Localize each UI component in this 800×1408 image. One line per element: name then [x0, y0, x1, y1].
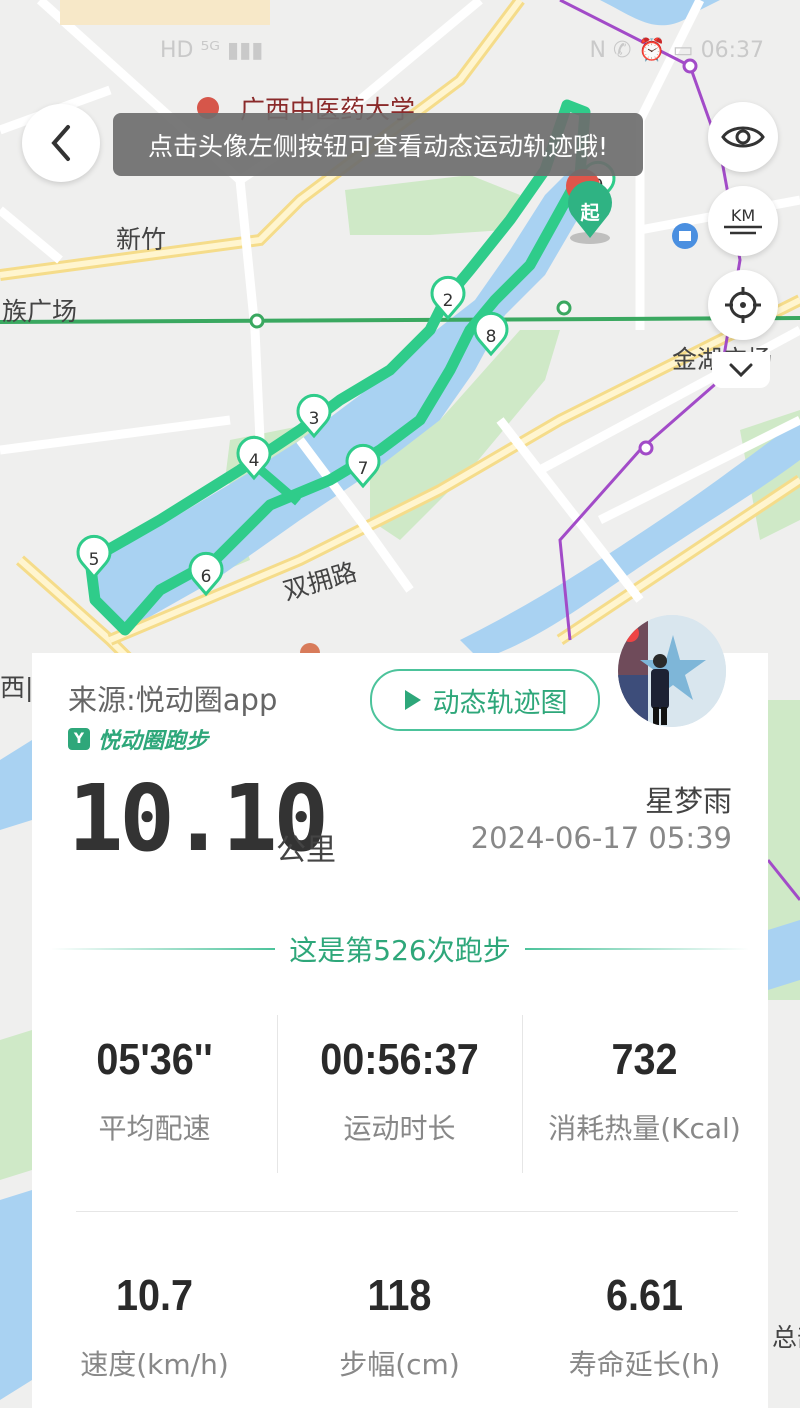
hint-toast: 点击头像左侧按钮可查看动态运动轨迹哦!	[113, 113, 643, 176]
start-marker[interactable]: 起	[568, 180, 612, 244]
map-label-xinzhu: 新竹	[116, 225, 167, 254]
username: 星梦雨	[644, 784, 732, 818]
svg-text:KM: KM	[731, 206, 755, 225]
stat-label: 速度(km/h)	[80, 1348, 229, 1381]
chevron-left-icon	[51, 125, 70, 161]
svg-text:5: 5	[89, 550, 100, 570]
row-divider	[76, 1211, 738, 1212]
svg-text:8: 8	[486, 327, 497, 347]
stat-duration: 00:56:37 运动时长	[277, 1035, 522, 1147]
eye-icon	[721, 126, 765, 148]
stat-avg-pace: 05'36'' 平均配速	[32, 1035, 277, 1147]
stat-speed: 10.7 速度(km/h)	[32, 1271, 277, 1383]
stat-value: 10.7	[115, 1271, 194, 1320]
stat-label: 寿命延长(h)	[568, 1348, 721, 1381]
km-icon: KM	[724, 206, 762, 235]
stat-calories: 732 消耗热量(Kcal)	[522, 1035, 767, 1147]
brand-mark-icon: Y	[68, 728, 90, 750]
chevron-down-icon	[729, 363, 753, 378]
stat-label: 平均配速	[98, 1112, 211, 1145]
stat-stride: 118 步幅(cm)	[277, 1271, 522, 1383]
run-datetime: 2024-06-17 05:39	[470, 821, 732, 855]
collapse-controls-button[interactable]	[712, 352, 770, 388]
divider-line	[51, 948, 276, 950]
stat-label: 消耗热量(Kcal)	[548, 1112, 741, 1145]
distance-unit: 公里	[276, 833, 336, 868]
visibility-button[interactable]	[708, 102, 778, 172]
stat-value: 00:56:37	[320, 1035, 479, 1084]
stat-label: 运动时长	[343, 1112, 456, 1145]
play-icon	[404, 690, 421, 710]
run-count-banner: 这是第526次跑步	[32, 929, 768, 969]
map-label-square: 族广场	[2, 297, 78, 326]
stat-life-extension: 6.61 寿命延长(h)	[522, 1271, 767, 1383]
status-bar-left: HD ⁵ᴳ ▮▮▮	[160, 37, 264, 63]
map-label-hq: 总部	[772, 1323, 800, 1352]
svg-text:6: 6	[201, 567, 212, 587]
svg-text:起: 起	[579, 202, 600, 224]
svg-text:3: 3	[309, 409, 320, 429]
km-toggle-button[interactable]: KM	[708, 186, 778, 256]
status-bar-right: N ✆ ⏰ ▭ 06:37	[589, 37, 764, 63]
run-count-text: 这是第526次跑步	[289, 934, 511, 967]
stat-label: 步幅(cm)	[339, 1348, 460, 1381]
stat-value: 118	[367, 1271, 432, 1320]
stat-value: 6.61	[605, 1271, 684, 1320]
svg-text:4: 4	[249, 451, 260, 471]
run-summary-card: 来源:悦动圈app Y 悦动圈跑步 动态轨迹图 10.10 公里 星梦雨 202…	[32, 615, 768, 1408]
map-label-west: 西|	[0, 673, 34, 702]
svg-text:2: 2	[443, 291, 454, 311]
source-label: 来源:悦动圈app	[68, 683, 278, 717]
stat-value: 05'36''	[96, 1035, 213, 1084]
dynamic-track-label: 动态轨迹图	[432, 687, 568, 719]
dynamic-track-button[interactable]: 动态轨迹图	[370, 669, 600, 731]
avatar[interactable]	[618, 615, 726, 727]
brand-logo: Y 悦动圈跑步	[68, 723, 208, 755]
brand-name: 悦动圈跑步	[98, 729, 209, 754]
crosshair-icon	[725, 287, 761, 323]
locate-button[interactable]	[708, 270, 778, 340]
stat-value: 732	[611, 1035, 678, 1084]
svg-text:7: 7	[358, 459, 369, 479]
divider-line	[524, 948, 749, 950]
back-button[interactable]	[22, 104, 100, 182]
